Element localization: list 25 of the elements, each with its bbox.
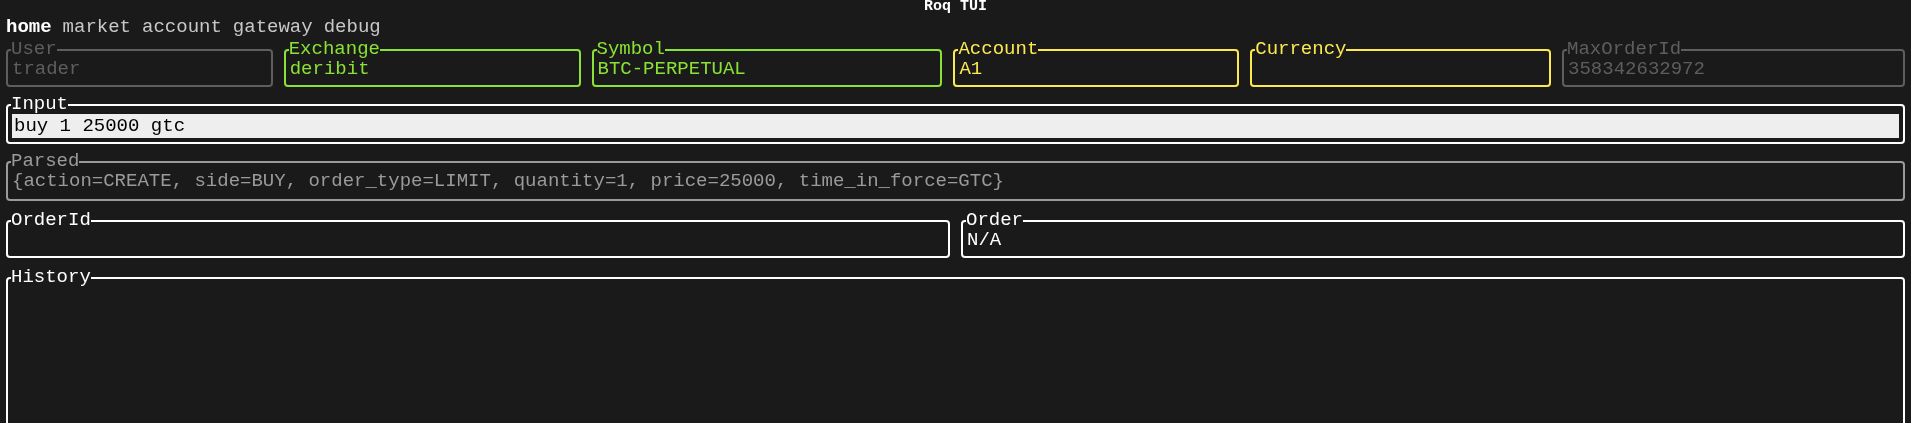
field-value: deribit: [289, 59, 371, 81]
pane-title: Account: [958, 40, 1039, 59]
field-value: A1: [959, 59, 984, 81]
order-value: N/A: [967, 230, 1003, 252]
tab[interactable]: market: [62, 16, 132, 38]
pane-title: Input: [11, 95, 68, 114]
tab[interactable]: account: [142, 16, 222, 38]
pane-title: User: [11, 40, 57, 59]
pane-title: Order: [966, 211, 1023, 230]
tab[interactable]: home: [6, 16, 52, 38]
input-field[interactable]: buy 1 25000 gtc: [12, 114, 1899, 138]
pane-title: Parsed: [11, 152, 80, 171]
window-title: Roq TUI: [923, 0, 988, 14]
pane-title: Exchange: [288, 40, 380, 59]
pane-title: Symbol: [596, 40, 665, 59]
pane-title: Currency: [1255, 40, 1347, 59]
pane-title: OrderId: [11, 211, 91, 230]
parsed-value: {action=CREATE, side=BUY, order_type=LIMIT, quantity=1, price=25000, time_in_force=GTC}: [12, 171, 1005, 194]
field-value: trader: [12, 59, 82, 81]
pane-title: History: [11, 268, 91, 287]
field-value: 358342632972: [1568, 59, 1706, 81]
field-value: BTC-PERPETUAL: [597, 59, 747, 81]
pane-title: MaxOrderId: [1567, 40, 1682, 59]
tab[interactable]: gateway: [232, 16, 313, 38]
tab[interactable]: debug: [323, 16, 381, 38]
